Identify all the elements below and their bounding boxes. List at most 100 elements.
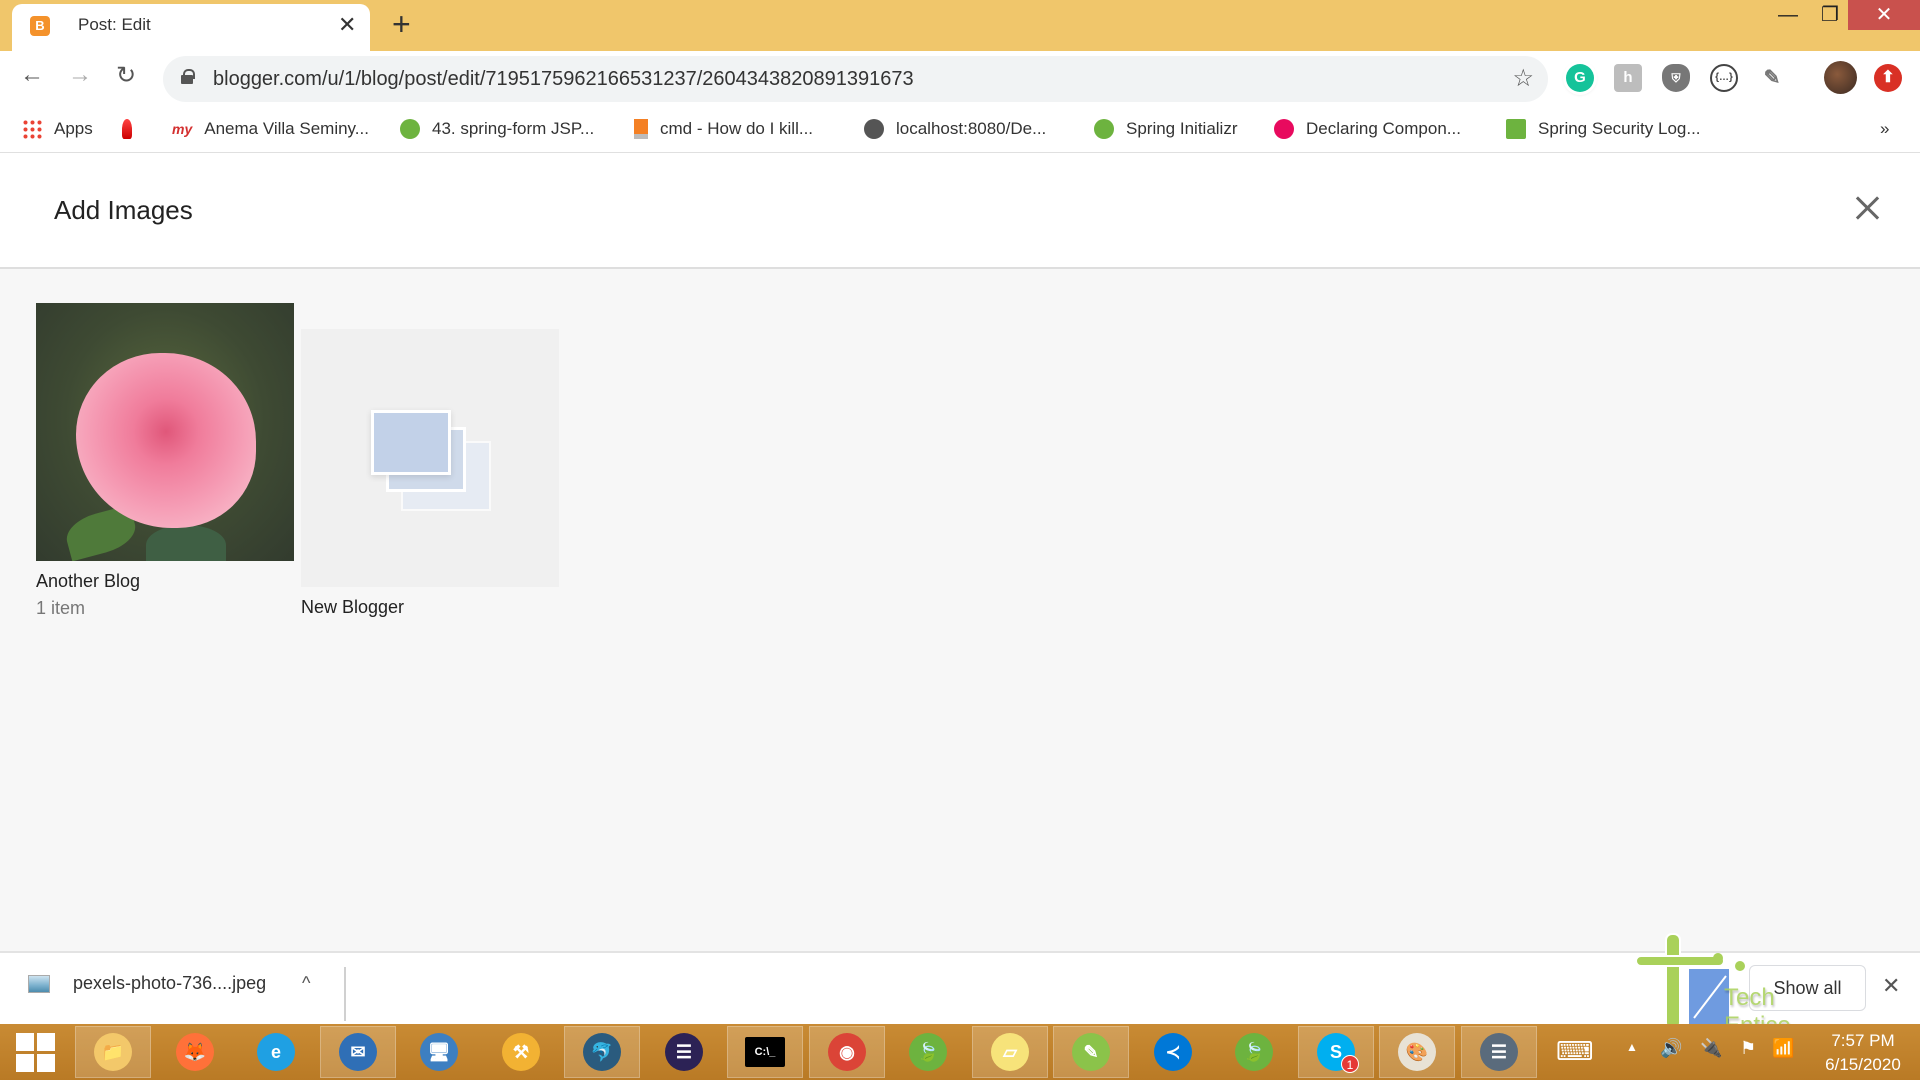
dialog-close-icon[interactable]	[1852, 193, 1882, 223]
command-prompt-icon: C:\_	[745, 1037, 785, 1067]
window-close-button[interactable]: ✕	[1848, 0, 1920, 30]
download-item[interactable]: pexels-photo-736....jpeg	[28, 973, 266, 994]
placeholder-image-icon	[371, 410, 451, 475]
spring-icon	[1094, 119, 1114, 139]
mysql-workbench-icon: 🐬	[583, 1033, 621, 1071]
taskbar-app-sticky-notes[interactable]: ▱	[972, 1026, 1048, 1078]
windows-taskbar: 📁 🦊 e ✉ 🖥 ⚒ 🐬 ☰ C:\_ ◉ 🍃 ▱ ✎ ≺ 🍃 S 1 🎨 ☰ ⌨ ▲ 🔊 🔌 ⚑ 📶 7:57 …	[0, 1024, 1920, 1080]
taskbar-app-db-tools[interactable]: ⚒	[483, 1026, 559, 1078]
new-tab-button[interactable]: +	[392, 6, 411, 43]
spring-tool-suite-icon: 🍃	[909, 1033, 947, 1071]
chrome-icon: ◉	[828, 1033, 866, 1071]
empty-album-placeholder[interactable]	[301, 329, 559, 587]
url-text[interactable]: blogger.com/u/1/blog/post/edit/719517596…	[213, 68, 914, 91]
adblock-shield-icon[interactable]: ⛨	[1662, 64, 1690, 92]
spring-icon	[400, 119, 420, 139]
taskbar-app-mysql-workbench[interactable]: 🐬	[564, 1026, 640, 1078]
clock-date: 6/15/2020	[1825, 1055, 1901, 1074]
rose-shape	[76, 353, 256, 528]
taskbar-app-eclipse[interactable]: ☰	[646, 1026, 722, 1078]
taskbar-app-chrome[interactable]: ◉	[809, 1026, 885, 1078]
taskbar-app-firefox[interactable]: 🦊	[157, 1026, 233, 1078]
db-tools-icon: ⚒	[502, 1033, 540, 1071]
bookmark-flame[interactable]	[122, 116, 132, 142]
download-file-name: pexels-photo-736....jpeg	[73, 973, 267, 993]
apps-grid-icon	[22, 119, 42, 139]
notepad-plus-plus-icon: ✎	[1072, 1033, 1110, 1071]
thunderbird-icon: ✉	[339, 1033, 377, 1071]
browser-title-bar: B Post: Edit ✕ + — ❐ ✕	[0, 0, 1920, 51]
bookmark-spring-security-login[interactable]: Spring Security Log...	[1506, 116, 1701, 142]
bookmark-star-icon[interactable]: ☆	[1512, 64, 1534, 93]
forward-button[interactable]: →	[68, 61, 92, 89]
pluralsight-icon	[1274, 119, 1294, 139]
lock-icon[interactable]	[181, 69, 195, 84]
honey-icon[interactable]: h	[1614, 64, 1642, 92]
eyedropper-icon[interactable]: ✎	[1758, 64, 1786, 92]
back-button[interactable]: ←	[20, 61, 44, 89]
bookmark-spring-form-jsp[interactable]: 43. spring-form JSP...	[400, 116, 594, 142]
taskbar-app-internet-explorer[interactable]: e	[238, 1026, 314, 1078]
bookmark-declaring-components[interactable]: Declaring Compon...	[1274, 116, 1461, 142]
notification-badge: 1	[1341, 1055, 1359, 1073]
clock-time: 7:57 PM	[1831, 1031, 1895, 1050]
taskbar-app-paint[interactable]: 🎨	[1379, 1026, 1455, 1078]
touch-keyboard-icon[interactable]: ⌨	[1556, 1036, 1594, 1067]
volume-icon[interactable]: 🔊	[1660, 1038, 1682, 1059]
spring-leaf-icon	[1506, 119, 1526, 139]
power-icon[interactable]: 🔌	[1700, 1038, 1722, 1059]
image-file-icon	[28, 974, 50, 993]
flame-icon	[122, 119, 132, 139]
bookmark-localhost[interactable]: localhost:8080/De...	[864, 116, 1046, 142]
show-all-button[interactable]: Show all	[1749, 965, 1866, 1011]
blogger-icon: B	[30, 16, 50, 36]
clock[interactable]: 7:57 PM 6/15/2020	[1818, 1029, 1908, 1077]
address-bar[interactable]: blogger.com/u/1/blog/post/edit/719517596…	[163, 56, 1548, 102]
download-bar-close-icon[interactable]: ✕	[1882, 973, 1900, 999]
action-center-flag-icon[interactable]: ⚑	[1740, 1038, 1756, 1059]
my-logo-icon: my	[172, 121, 193, 137]
dialog-header: Add Images	[0, 153, 1920, 269]
album-card[interactable]: New Blogger	[301, 329, 559, 618]
eclipse-icon: ☰	[665, 1033, 703, 1071]
internet-explorer-icon: e	[257, 1033, 295, 1071]
file-explorer-icon: 📁	[94, 1033, 132, 1071]
avatar[interactable]	[1824, 61, 1857, 94]
bookmarks-overflow-button[interactable]: »	[1880, 116, 1889, 142]
taskbar-app-document-viewer[interactable]: ☰	[1461, 1026, 1537, 1078]
album-card[interactable]: Another Blog 1 item	[36, 303, 294, 619]
reload-button[interactable]: ↻	[116, 61, 136, 90]
browser-toolbar: ← → ↻ blogger.com/u/1/blog/post/edit/719…	[0, 51, 1920, 141]
bookmark-spring-initializr[interactable]: Spring Initializr	[1094, 116, 1238, 142]
document-viewer-icon: ☰	[1480, 1033, 1518, 1071]
stackoverflow-icon	[634, 119, 648, 139]
grammarly-icon[interactable]: G	[1566, 64, 1594, 92]
album-name: Another Blog	[36, 571, 141, 591]
start-button[interactable]	[0, 1026, 70, 1078]
taskbar-app-spring-tool-suite[interactable]: 🍃	[890, 1026, 966, 1078]
album-name: New Blogger	[301, 597, 405, 617]
taskbar-app-spring-tool-suite-2[interactable]: 🍃	[1216, 1026, 1292, 1078]
tab-close-icon[interactable]: ✕	[338, 12, 356, 38]
taskbar-app-remote-desktop[interactable]: 🖥	[401, 1026, 477, 1078]
pink-rose-photo[interactable]	[36, 303, 294, 561]
update-icon[interactable]: ⬆	[1874, 64, 1902, 92]
taskbar-app-skype[interactable]: S1	[1298, 1026, 1374, 1078]
taskbar-app-thunderbird[interactable]: ✉	[320, 1026, 396, 1078]
taskbar-app-command-prompt[interactable]: C:\_	[727, 1026, 803, 1078]
globe-icon	[864, 119, 884, 139]
taskbar-app-vscode[interactable]: ≺	[1135, 1026, 1211, 1078]
taskbar-app-file-explorer[interactable]: 📁	[75, 1026, 151, 1078]
chevron-up-icon[interactable]: ^	[302, 973, 310, 994]
json-formatter-icon[interactable]: {…}	[1710, 64, 1738, 92]
tab-post-edit[interactable]: B Post: Edit ✕	[12, 4, 370, 51]
vscode-icon: ≺	[1154, 1033, 1192, 1071]
bookmark-cmd-kill[interactable]: cmd - How do I kill...	[634, 116, 813, 142]
leaf-shape	[146, 525, 226, 561]
network-signal-icon[interactable]: 📶	[1772, 1038, 1794, 1059]
bookmark-anema-villa[interactable]: my Anema Villa Seminy...	[172, 116, 369, 142]
taskbar-app-notepad-plus-plus[interactable]: ✎	[1053, 1026, 1129, 1078]
remote-desktop-icon: 🖥	[420, 1033, 458, 1071]
bookmark-apps[interactable]: Apps	[22, 116, 93, 142]
show-hidden-icons-button[interactable]: ▲	[1626, 1040, 1638, 1054]
